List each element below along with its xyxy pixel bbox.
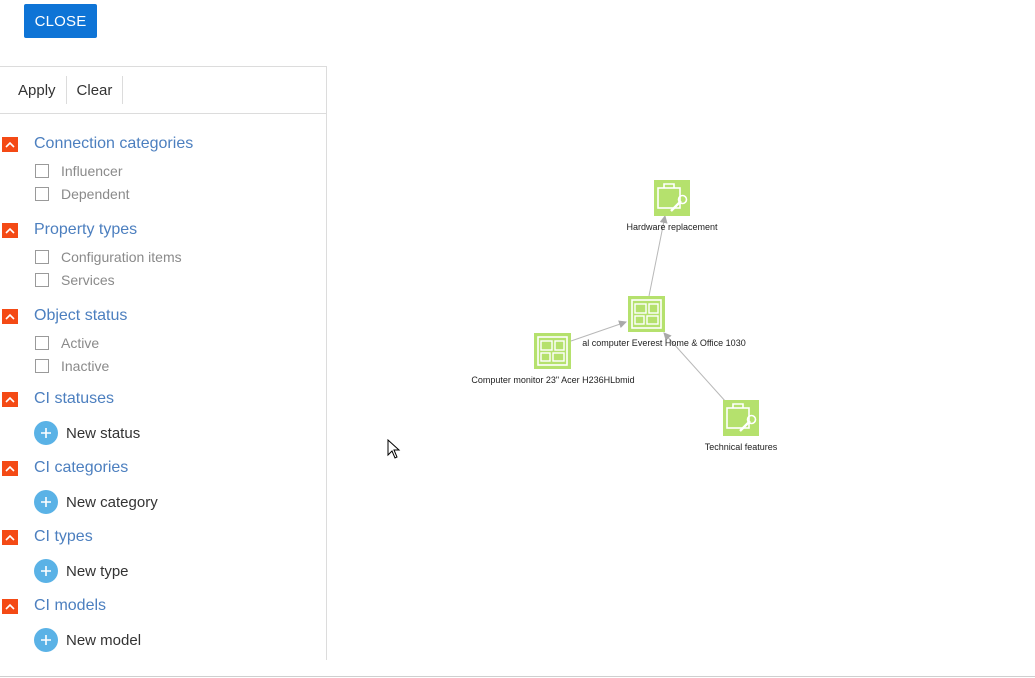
checkbox-row-dependent[interactable]: Dependent <box>35 184 130 204</box>
add-label: New status <box>66 424 141 442</box>
new-category-button[interactable]: New category <box>34 490 158 514</box>
plus-icon[interactable] <box>34 559 58 583</box>
node-label: al computer Everest Home & Office 1030 <box>582 338 746 348</box>
checkbox-label: Services <box>61 272 115 288</box>
graph-edges <box>570 215 727 403</box>
checkbox-label: Dependent <box>61 186 130 202</box>
checkbox[interactable] <box>35 164 49 178</box>
collapse-toggle-icon[interactable] <box>2 460 18 476</box>
checkbox-row-configuration-items[interactable]: Configuration items <box>35 247 182 267</box>
new-status-button[interactable]: New status <box>34 421 140 445</box>
collapse-toggle-icon[interactable] <box>2 529 18 545</box>
filter-panel: Apply Clear Connection categories Influe… <box>0 66 327 660</box>
checkbox-label: Inactive <box>61 358 110 374</box>
computer-system-icon <box>628 296 665 332</box>
section-title[interactable]: Object status <box>34 307 127 325</box>
add-label: New type <box>66 562 129 580</box>
checkbox[interactable] <box>35 187 49 201</box>
briefcase-wrench-icon <box>723 400 759 436</box>
section-title[interactable]: CI types <box>34 528 93 546</box>
checkbox-row-inactive[interactable]: Inactive <box>35 356 109 376</box>
new-model-button[interactable]: New model <box>34 628 141 652</box>
node-hardware-replacement[interactable] <box>654 180 690 216</box>
plus-icon[interactable] <box>34 628 58 652</box>
node-label: Technical features <box>704 442 778 452</box>
plus-icon[interactable] <box>34 421 58 445</box>
section-title[interactable]: CI models <box>34 597 106 615</box>
new-type-button[interactable]: New type <box>34 559 129 583</box>
collapse-toggle-icon[interactable] <box>2 391 18 407</box>
checkbox[interactable] <box>35 359 49 373</box>
checkbox[interactable] <box>35 250 49 264</box>
section-title[interactable]: CI categories <box>34 459 128 477</box>
node-computer-monitor[interactable] <box>534 333 571 369</box>
filter-toolbar: Apply Clear <box>0 67 326 114</box>
add-label: New model <box>66 631 142 649</box>
briefcase-wrench-icon <box>654 180 690 216</box>
close-button[interactable]: CLOSE <box>24 4 97 38</box>
checkbox-row-active[interactable]: Active <box>35 333 99 353</box>
node-label: Computer monitor 23" Acer H236HLbmid <box>471 375 635 385</box>
checkbox[interactable] <box>35 273 49 287</box>
ci-graph-canvas[interactable]: Hardware replacement al computer Everest… <box>328 60 1035 660</box>
plus-icon[interactable] <box>34 490 58 514</box>
section-title[interactable]: Connection categories <box>34 135 193 153</box>
section-title[interactable]: Property types <box>34 221 137 239</box>
apply-button[interactable]: Apply <box>0 76 67 104</box>
node-technical-features[interactable] <box>723 400 759 436</box>
checkbox-label: Influencer <box>61 163 123 179</box>
collapse-toggle-icon[interactable] <box>2 136 18 152</box>
computer-system-icon <box>534 333 571 369</box>
checkbox[interactable] <box>35 336 49 350</box>
bottom-divider <box>0 676 1035 677</box>
clear-button[interactable]: Clear <box>67 76 124 104</box>
node-personal-computer[interactable] <box>628 296 665 332</box>
node-label: Hardware replacement <box>626 222 718 232</box>
checkbox-label: Active <box>61 335 100 351</box>
collapse-toggle-icon[interactable] <box>2 222 18 238</box>
checkbox-row-influencer[interactable]: Influencer <box>35 161 122 181</box>
add-label: New category <box>66 493 158 511</box>
collapse-toggle-icon[interactable] <box>2 308 18 324</box>
checkbox-row-services[interactable]: Services <box>35 270 115 290</box>
mouse-cursor-icon <box>387 439 401 459</box>
collapse-toggle-icon[interactable] <box>2 598 18 614</box>
section-title[interactable]: CI statuses <box>34 390 114 408</box>
checkbox-label: Configuration items <box>61 249 182 265</box>
